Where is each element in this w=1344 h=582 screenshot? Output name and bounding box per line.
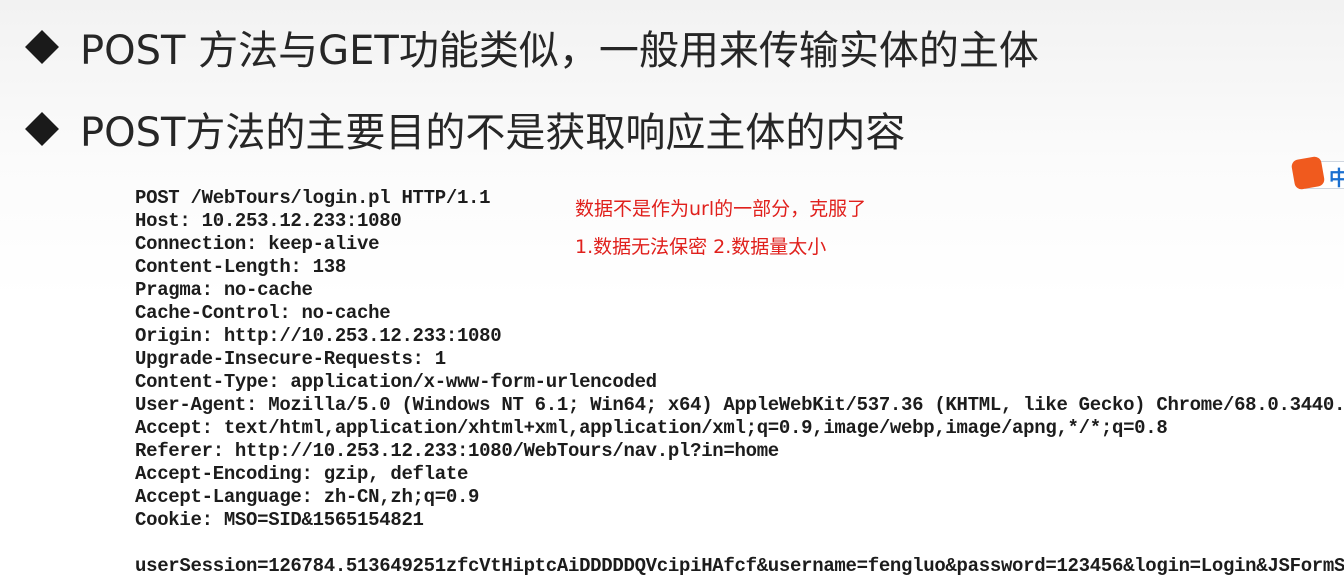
request-line: Content-Type: application/x-www-form-url… — [135, 371, 657, 393]
request-line: Cache-Control: no-cache — [135, 302, 391, 324]
request-line: Cookie: MSO=SID&1565154821 — [135, 509, 424, 531]
ime-mode-indicator[interactable]: 中 — [1329, 162, 1344, 191]
request-line: userSession=126784.513649251zfcVtHiptcAi… — [135, 555, 1344, 577]
request-line — [135, 532, 1344, 555]
request-line: Accept-Encoding: gzip, deflate — [135, 463, 469, 485]
ime-status-bar[interactable]: 中 — [1290, 155, 1344, 191]
bullet-text: POST方法的主要目的不是获取响应主体的内容 — [80, 110, 906, 156]
bullet-point: POST 方法与GET功能类似，一般用来传输实体的主体 — [22, 18, 1039, 76]
diamond-bullet-icon — [25, 30, 59, 64]
bullet-text: POST 方法与GET功能类似，一般用来传输实体的主体 — [80, 28, 1039, 74]
request-line: Accept-Language: zh-CN,zh;q=0.9 — [135, 486, 480, 508]
request-line: Upgrade-Insecure-Requests: 1 — [135, 348, 446, 370]
annotation-note: 数据不是作为url的一部分，克服了 — [575, 198, 867, 220]
bullet-point: POST方法的主要目的不是获取响应主体的内容 — [22, 100, 905, 158]
request-line: User-Agent: Mozilla/5.0 (Windows NT 6.1;… — [135, 394, 1344, 416]
annotation-note: 1.数据无法保密 2.数据量太小 — [575, 236, 827, 258]
request-line: Origin: http://10.253.12.233:1080 — [135, 325, 502, 347]
request-line: Content-Length: 138 — [135, 256, 346, 278]
request-line: Referer: http://10.253.12.233:1080/WebTo… — [135, 440, 779, 462]
request-line: Accept: text/html,application/xhtml+xml,… — [135, 417, 1168, 439]
diamond-bullet-icon — [25, 112, 59, 146]
request-line: Pragma: no-cache — [135, 279, 313, 301]
sogou-logo-icon — [1290, 155, 1326, 191]
